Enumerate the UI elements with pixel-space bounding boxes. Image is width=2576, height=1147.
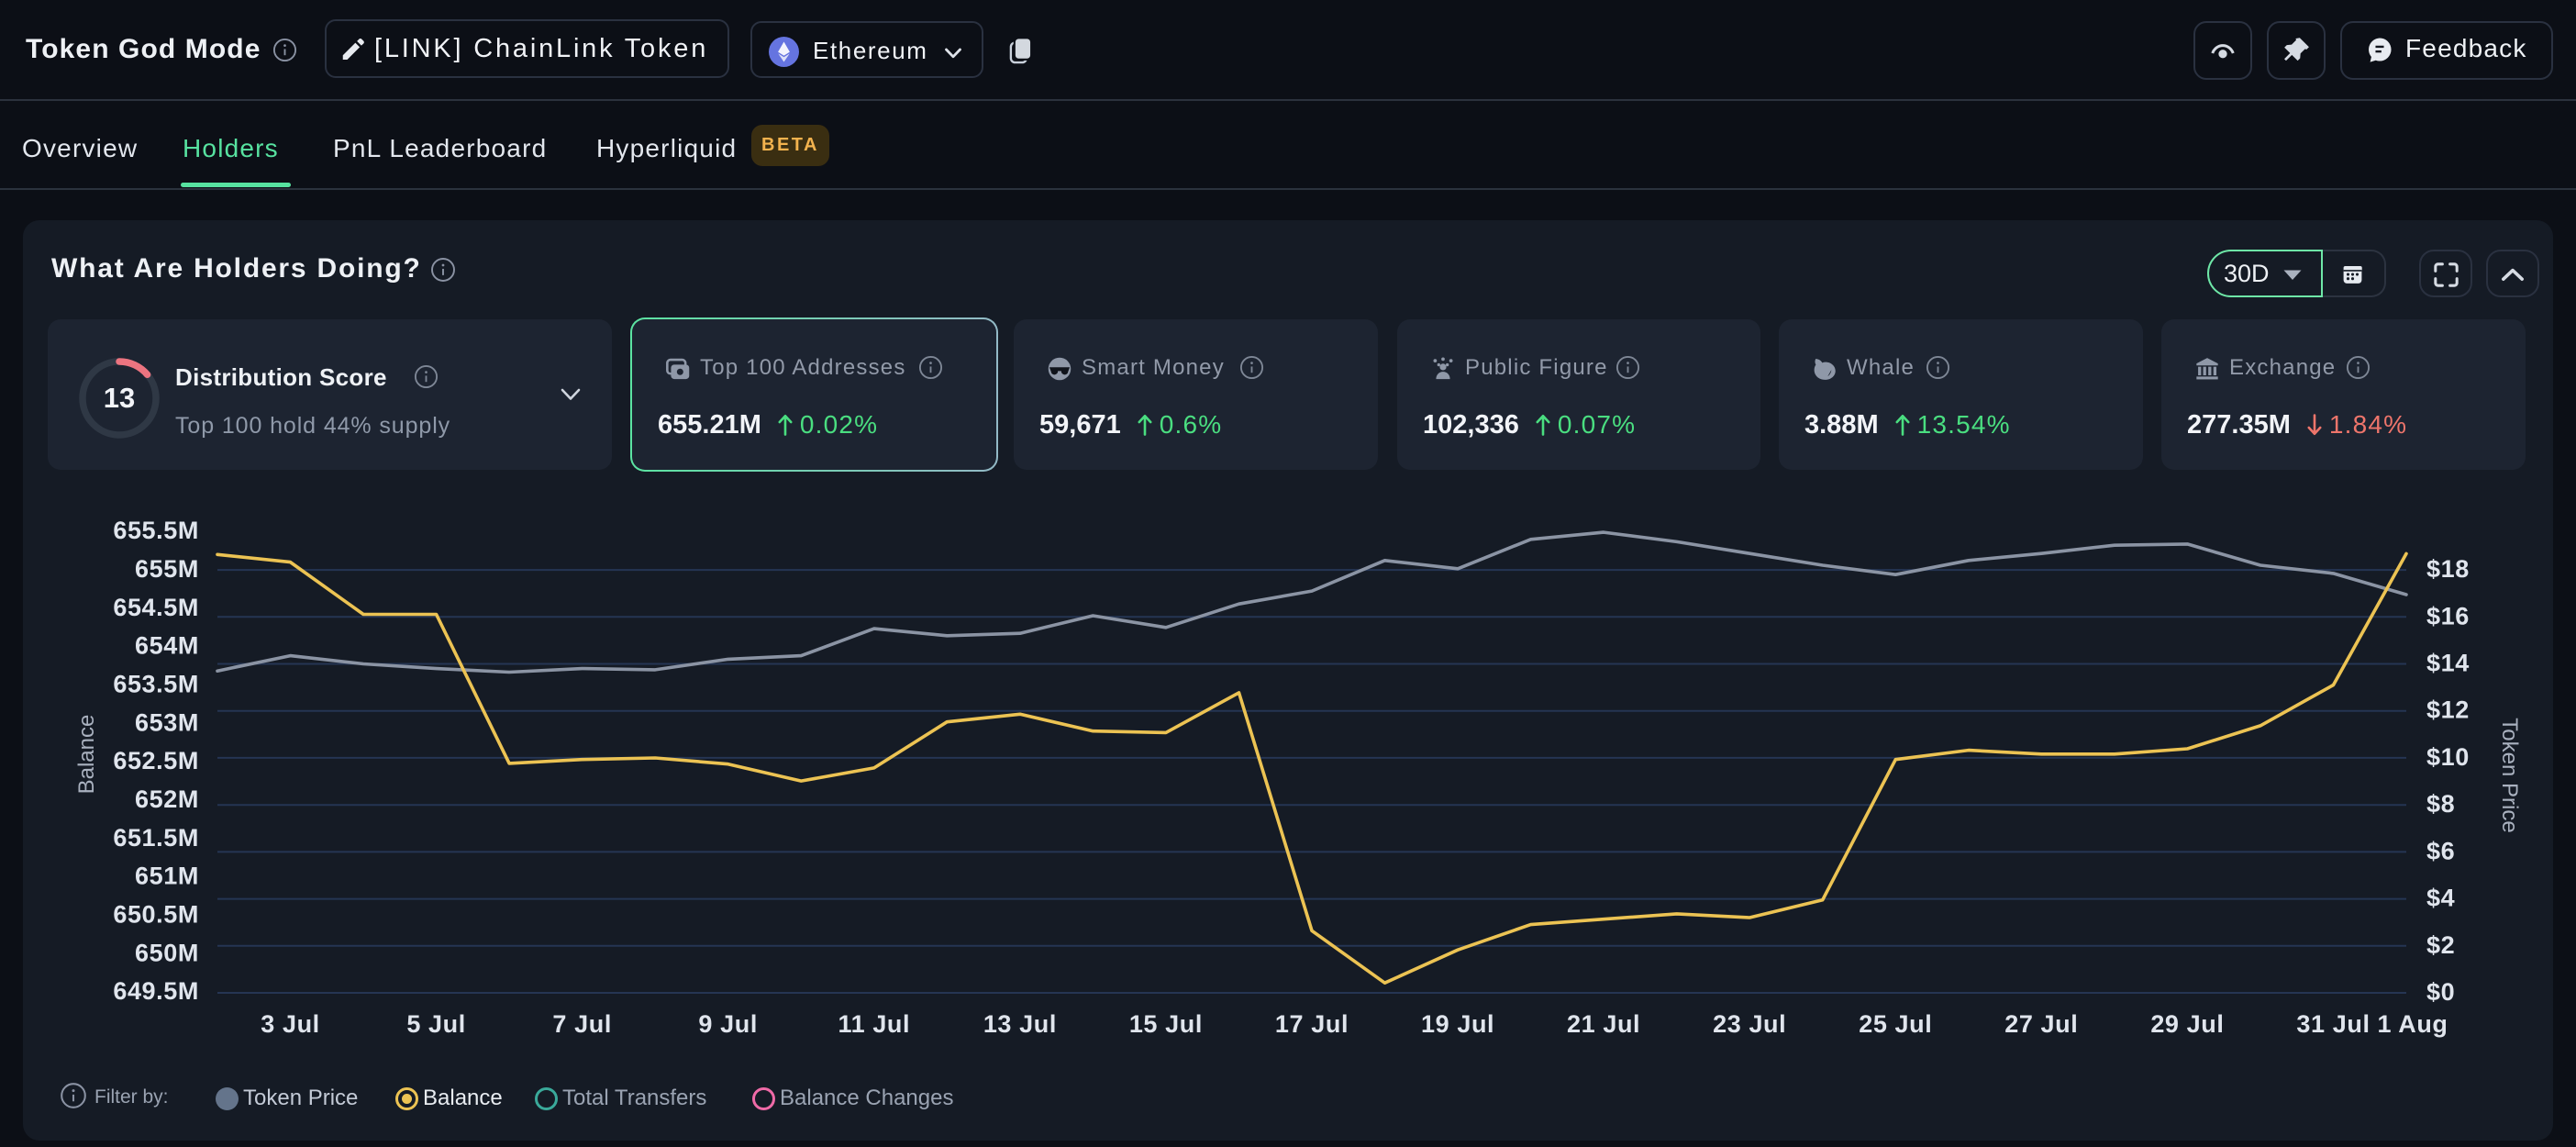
svg-text:11 Jul: 11 Jul	[838, 1010, 910, 1038]
svg-text:15 Jul: 15 Jul	[1129, 1010, 1203, 1038]
svg-text:7 Jul: 7 Jul	[552, 1010, 612, 1038]
svg-text:$6: $6	[2426, 837, 2455, 864]
svg-text:$0: $0	[2426, 978, 2455, 1006]
svg-text:3 Jul: 3 Jul	[261, 1010, 320, 1038]
svg-text:655M: 655M	[135, 555, 199, 583]
svg-text:25 Jul: 25 Jul	[1859, 1010, 1932, 1038]
svg-text:21 Jul: 21 Jul	[1567, 1010, 1640, 1038]
svg-text:Balance: Balance	[74, 715, 99, 795]
svg-text:27 Jul: 27 Jul	[2004, 1010, 2078, 1038]
svg-text:654.5M: 654.5M	[113, 594, 199, 621]
svg-text:31 Jul: 31 Jul	[2296, 1010, 2370, 1038]
svg-text:17 Jul: 17 Jul	[1275, 1010, 1349, 1038]
svg-text:$12: $12	[2426, 696, 2470, 724]
svg-text:$8: $8	[2426, 790, 2455, 818]
svg-text:29 Jul: 29 Jul	[2150, 1010, 2224, 1038]
svg-text:652M: 652M	[135, 785, 199, 813]
svg-text:5 Jul: 5 Jul	[406, 1010, 466, 1038]
svg-text:650.5M: 650.5M	[113, 901, 199, 929]
svg-text:651.5M: 651.5M	[113, 824, 199, 852]
svg-text:Token Price: Token Price	[2497, 718, 2522, 832]
svg-text:23 Jul: 23 Jul	[1713, 1010, 1786, 1038]
svg-text:652.5M: 652.5M	[113, 747, 199, 774]
svg-text:13 Jul: 13 Jul	[983, 1010, 1057, 1038]
svg-text:$14: $14	[2426, 650, 2470, 677]
svg-text:654M: 654M	[135, 632, 199, 660]
svg-text:$16: $16	[2426, 602, 2470, 629]
svg-text:$18: $18	[2426, 555, 2470, 583]
svg-text:655.5M: 655.5M	[113, 517, 199, 544]
svg-text:$2: $2	[2426, 931, 2455, 959]
svg-text:653M: 653M	[135, 708, 199, 736]
svg-text:653.5M: 653.5M	[113, 671, 199, 698]
svg-text:19 Jul: 19 Jul	[1421, 1010, 1494, 1038]
svg-text:9 Jul: 9 Jul	[698, 1010, 758, 1038]
svg-text:$10: $10	[2426, 743, 2470, 771]
svg-text:$4: $4	[2426, 885, 2455, 912]
svg-text:650M: 650M	[135, 939, 199, 966]
svg-text:1 Aug: 1 Aug	[2378, 1010, 2448, 1038]
svg-text:649.5M: 649.5M	[113, 977, 199, 1005]
svg-text:651M: 651M	[135, 863, 199, 890]
